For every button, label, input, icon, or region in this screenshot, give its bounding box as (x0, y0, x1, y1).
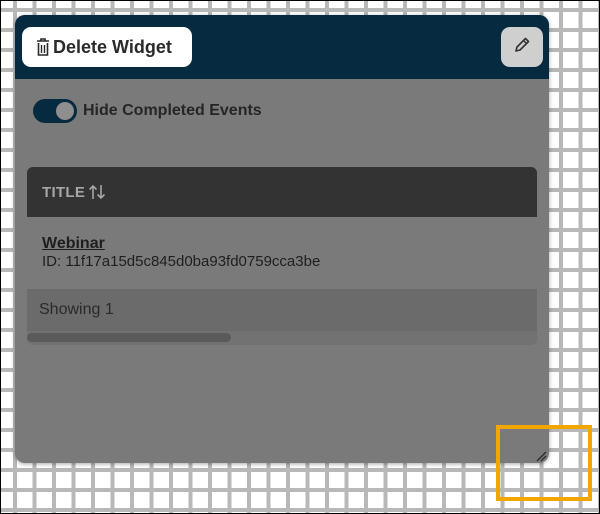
delete-widget-button[interactable]: Delete Widget (22, 27, 192, 67)
edit-widget-button[interactable] (501, 27, 543, 67)
table-row: Webinar ID: 11f17a15d5c845d0ba93fd0759cc… (27, 217, 537, 289)
horizontal-scrollbar[interactable] (27, 331, 537, 345)
hide-completed-toggle-row: Hide Completed Events (33, 97, 262, 125)
showing-count: Showing 1 (39, 301, 114, 318)
table-footer: Showing 1 (27, 289, 537, 331)
trash-icon (35, 37, 51, 57)
pencil-icon (512, 35, 532, 60)
table-header: TITLE (27, 167, 537, 217)
events-widget: Delete Widget Hide Completed Events TITL… (15, 15, 549, 463)
widget-header: Delete Widget (15, 15, 549, 79)
event-id-text: ID: 11f17a15d5c845d0ba93fd0759cca3be (42, 253, 321, 270)
highlight-box (496, 425, 592, 501)
sort-arrows-icon[interactable] (87, 183, 107, 201)
scrollbar-thumb[interactable] (27, 333, 231, 342)
column-header-title[interactable]: TITLE (42, 184, 85, 201)
toggle-knob (56, 102, 74, 120)
hide-completed-toggle[interactable] (33, 99, 77, 123)
delete-widget-label: Delete Widget (53, 36, 172, 57)
events-table: TITLE Webinar ID: 11f17a15d5c845d0ba93fd… (27, 167, 537, 345)
hide-completed-label: Hide Completed Events (83, 102, 262, 119)
event-title-link[interactable]: Webinar (42, 235, 105, 252)
